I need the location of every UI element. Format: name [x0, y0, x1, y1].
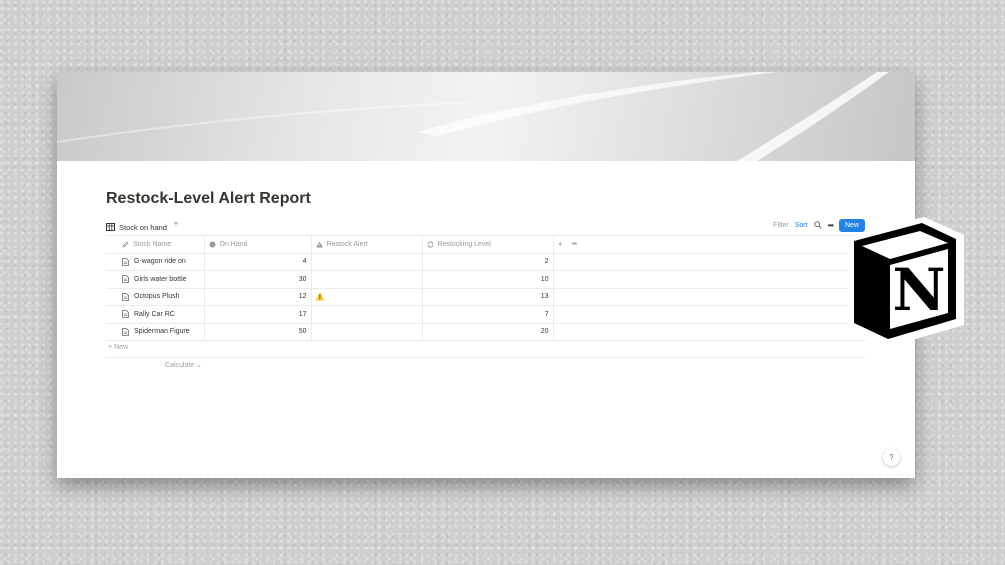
cell-restock-alert[interactable] — [310, 305, 422, 324]
cell-stock-name[interactable]: Spiderman Figure — [106, 322, 204, 341]
pencil-icon — [122, 241, 129, 248]
stock-name: Octopus Plush — [134, 293, 180, 301]
table-icon — [106, 223, 115, 231]
cell-empty — [552, 287, 866, 306]
cell-stock-name[interactable]: Girls water bottle — [106, 270, 204, 289]
column-header-add: + ••• — [552, 235, 866, 254]
table-row[interactable]: Spiderman Figure 50 20 — [106, 322, 866, 341]
cell-stock-name[interactable]: Octopus Plush — [106, 287, 204, 306]
divider — [106, 357, 866, 358]
column-more-button[interactable]: ••• — [572, 241, 577, 248]
cell-empty — [552, 322, 866, 341]
refresh-icon — [427, 241, 433, 248]
tab-stock-on-hand[interactable]: Stock on hand — [106, 219, 170, 236]
stock-name: G-wagon ride on — [134, 258, 186, 266]
database-table: Stock Name On Hand Restock Alert Restock… — [106, 235, 866, 341]
stock-name: Spiderman Figure — [134, 328, 190, 336]
column-header-stock-name[interactable]: Stock Name — [106, 235, 204, 254]
warning-icon — [315, 241, 323, 248]
page-icon — [122, 310, 129, 319]
stock-name: Girls water bottle — [134, 275, 187, 283]
column-label: Restock Alert — [326, 240, 368, 248]
cell-on-hand[interactable]: 12 — [203, 287, 311, 306]
page-icon — [122, 275, 129, 284]
column-label: Restocking Level — [437, 240, 491, 248]
cell-restock-alert[interactable] — [310, 252, 422, 271]
cell-on-hand[interactable]: 30 — [203, 270, 311, 289]
cell-restocking-level[interactable]: 10 — [421, 270, 553, 289]
column-header-restocking-level[interactable]: Restocking Level — [421, 235, 553, 254]
search-icon[interactable] — [813, 221, 822, 229]
cell-on-hand[interactable]: 17 — [203, 305, 311, 324]
cell-restock-alert[interactable] — [310, 322, 422, 341]
page-icon — [122, 292, 129, 301]
filter-button[interactable]: Filter — [773, 222, 789, 229]
page-icon — [122, 327, 129, 336]
add-view-button[interactable]: + — [173, 219, 179, 230]
cell-restocking-level[interactable]: 7 — [421, 305, 553, 324]
logo-letter: N — [892, 256, 945, 324]
cell-stock-name[interactable]: G-wagon ride on — [106, 252, 204, 271]
cell-on-hand[interactable]: 4 — [203, 252, 311, 271]
number-icon — [209, 241, 215, 248]
cell-empty — [552, 270, 866, 289]
page-icon — [122, 257, 129, 266]
cell-stock-name[interactable]: Rally Car RC — [106, 305, 204, 324]
add-column-button[interactable]: + — [558, 239, 563, 249]
column-header-on-hand[interactable]: On Hand — [203, 235, 311, 254]
page-title: Restock-Level Alert Report — [106, 190, 311, 207]
notion-window: Restock-Level Alert Report Stock on hand… — [57, 72, 915, 478]
cell-restocking-level[interactable]: 13 — [421, 287, 553, 306]
stock-name: Rally Car RC — [134, 310, 175, 318]
table-header-row: Stock Name On Hand Restock Alert Restock… — [106, 235, 866, 254]
cover-sheen — [57, 72, 889, 161]
calculate-button[interactable]: Calculate ⌄ — [165, 361, 202, 369]
sort-button[interactable]: Sort — [795, 222, 808, 229]
column-label: On Hand — [219, 240, 248, 248]
cell-on-hand[interactable]: 50 — [203, 322, 311, 341]
help-button[interactable]: ? — [883, 449, 900, 466]
table-row[interactable]: Rally Car RC 17 7 — [106, 305, 866, 324]
column-header-restock-alert[interactable]: Restock Alert — [310, 235, 422, 254]
cell-restocking-level[interactable]: 2 — [421, 252, 553, 271]
cell-empty — [552, 305, 866, 324]
column-label: Stock Name — [133, 240, 172, 248]
more-options-button[interactable]: ••• — [828, 221, 834, 230]
notion-logo: N — [848, 217, 964, 347]
cover-image[interactable] — [57, 72, 915, 161]
cell-empty — [552, 252, 866, 271]
tab-label: Stock on hand — [119, 222, 167, 232]
cell-restocking-level[interactable]: 20 — [421, 322, 553, 341]
cell-restock-alert[interactable]: ⚠️ — [310, 287, 422, 306]
new-row-button[interactable]: + New — [108, 344, 128, 351]
cell-restock-alert[interactable] — [310, 270, 422, 289]
table-row[interactable]: Girls water bottle 30 10 — [106, 270, 866, 289]
table-row[interactable]: G-wagon ride on 4 2 — [106, 252, 866, 271]
table-row[interactable]: Octopus Plush 12 ⚠️ 13 — [106, 287, 866, 306]
